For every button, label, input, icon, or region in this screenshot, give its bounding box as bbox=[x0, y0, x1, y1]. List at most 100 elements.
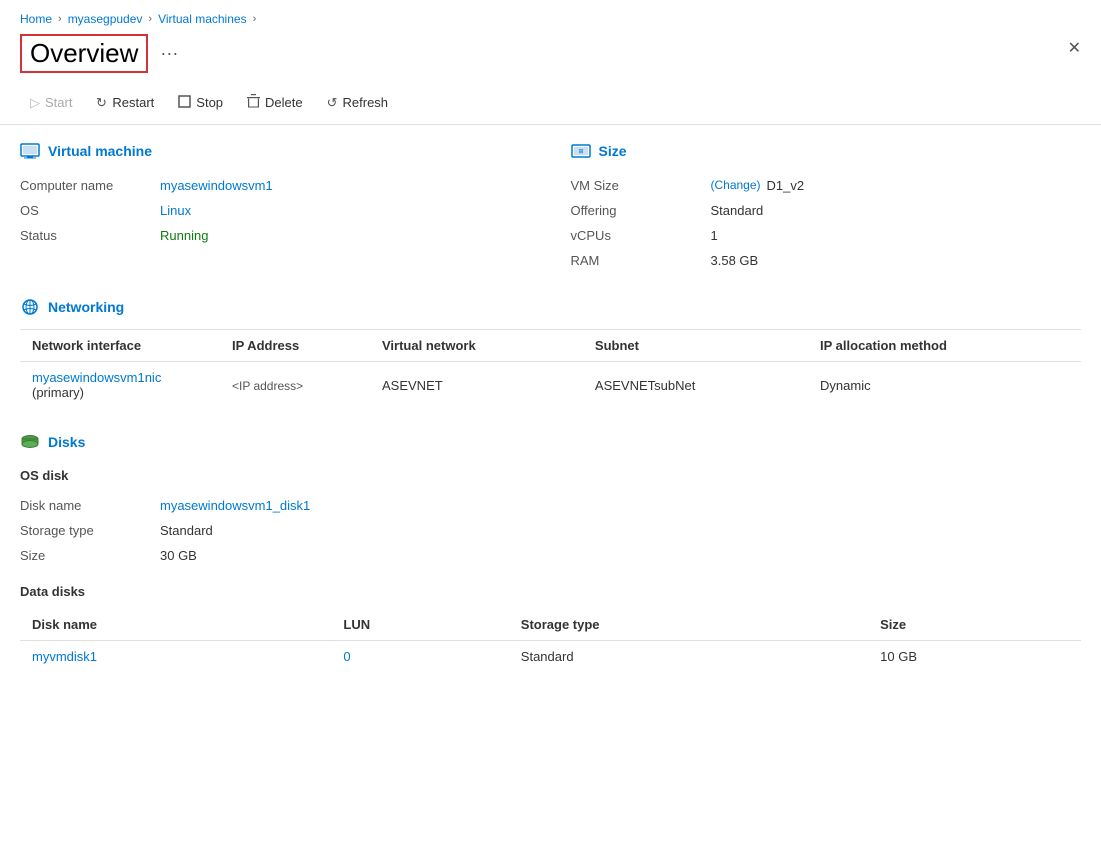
storage-type-row: Storage type Standard bbox=[20, 518, 1081, 543]
main-content: Virtual machine Computer name myasewindo… bbox=[0, 141, 1101, 672]
breadcrumb-resource-group[interactable]: myasegpudev bbox=[68, 12, 143, 26]
delete-icon bbox=[247, 94, 260, 111]
disk-size-value: 30 GB bbox=[160, 548, 197, 563]
disk-name-value[interactable]: myasewindowsvm1_disk1 bbox=[160, 498, 310, 513]
storage-type-label: Storage type bbox=[20, 523, 160, 538]
os-disk-table: Disk name myasewindowsvm1_disk1 Storage … bbox=[20, 493, 1081, 568]
networking-section: Networking Network interface IP Address … bbox=[20, 297, 1081, 408]
size-icon: ⊞ bbox=[571, 141, 591, 161]
disk-name-label: Disk name bbox=[20, 498, 160, 513]
vmsize-value: D1_v2 bbox=[767, 178, 805, 193]
start-label: Start bbox=[45, 95, 72, 110]
svg-text:⊞: ⊞ bbox=[578, 149, 583, 155]
full-col-nic: Network interface bbox=[20, 330, 220, 362]
full-subnet-cell: ASEVNETsubNet bbox=[583, 362, 808, 409]
disks-section-header: Disks bbox=[20, 432, 1081, 452]
refresh-label: Refresh bbox=[343, 95, 389, 110]
vcpus-value: 1 bbox=[711, 228, 718, 243]
offering-row: Offering Standard bbox=[571, 198, 1082, 223]
vm-size-section: Virtual machine Computer name myasewindo… bbox=[20, 141, 1081, 273]
vcpus-row: vCPUs 1 bbox=[571, 223, 1082, 248]
toolbar: ▷ Start ↺ Restart Stop Delete ↺ Refresh bbox=[0, 81, 1101, 125]
full-vnet-cell: ASEVNET bbox=[370, 362, 583, 409]
page-container: Home › myasegpudev › Virtual machines › … bbox=[0, 0, 1101, 854]
refresh-icon: ↺ bbox=[327, 95, 338, 111]
refresh-button[interactable]: ↺ Refresh bbox=[317, 90, 398, 116]
delete-button[interactable]: Delete bbox=[237, 89, 313, 116]
breadcrumb: Home › myasegpudev › Virtual machines › bbox=[0, 0, 1101, 30]
offering-label: Offering bbox=[571, 203, 711, 218]
breadcrumb-sep-2: › bbox=[148, 13, 152, 25]
delete-label: Delete bbox=[265, 95, 303, 110]
breadcrumb-sep-3: › bbox=[253, 13, 257, 25]
full-ip-value: <IP address> bbox=[232, 379, 303, 393]
start-button[interactable]: ▷ Start bbox=[20, 90, 82, 116]
vm-section-title: Virtual machine bbox=[48, 143, 152, 159]
status-label: Status bbox=[20, 228, 160, 243]
full-nic-name-cell: myasewindowsvm1nic (primary) bbox=[20, 362, 220, 409]
restart-icon: ↺ bbox=[96, 95, 107, 111]
full-col-vnet: Virtual network bbox=[370, 330, 583, 362]
vm-details-table: Computer name myasewindowsvm1 OS Linux S… bbox=[20, 173, 531, 248]
data-disk-name-cell: myvmdisk1 bbox=[20, 641, 331, 673]
size-section-title: Size bbox=[599, 143, 627, 159]
full-nic-name-link[interactable]: myasewindowsvm1nic bbox=[32, 370, 161, 385]
full-ip-cell: <IP address> bbox=[220, 362, 370, 409]
vmsize-change-link[interactable]: (Change) bbox=[711, 178, 761, 192]
size-section-header: ⊞ Size bbox=[571, 141, 1082, 161]
breadcrumb-sep-1: › bbox=[58, 13, 62, 25]
breadcrumb-virtual-machines[interactable]: Virtual machines bbox=[158, 12, 247, 26]
os-value[interactable]: Linux bbox=[160, 203, 191, 218]
start-icon: ▷ bbox=[30, 95, 40, 111]
stop-label: Stop bbox=[196, 95, 223, 110]
data-disk-lun-cell: 0 bbox=[331, 641, 508, 673]
networking-full-header: Network interface IP Address Virtual net… bbox=[20, 330, 1081, 362]
os-label: OS bbox=[20, 203, 160, 218]
breadcrumb-home[interactable]: Home bbox=[20, 12, 52, 26]
status-value: Running bbox=[160, 228, 208, 243]
data-disk-name-link[interactable]: myvmdisk1 bbox=[32, 649, 97, 664]
ram-label: RAM bbox=[571, 253, 711, 268]
size-column: ⊞ Size VM Size (Change) D1_v2 Offering S… bbox=[571, 141, 1082, 273]
networking-section-header: Networking bbox=[20, 297, 1081, 317]
networking-full-row: myasewindowsvm1nic (primary) <IP address… bbox=[20, 362, 1081, 409]
stop-icon bbox=[178, 95, 191, 111]
status-row: Status Running bbox=[20, 223, 531, 248]
full-nic-primary: (primary) bbox=[32, 385, 84, 400]
close-button[interactable]: ✕ bbox=[1068, 38, 1081, 58]
vm-column: Virtual machine Computer name myasewindo… bbox=[20, 141, 531, 273]
col-disk-name: Disk name bbox=[20, 609, 331, 641]
col-size: Size bbox=[868, 609, 1081, 641]
more-options-icon[interactable]: ··· bbox=[160, 43, 178, 64]
disk-size-label: Size bbox=[20, 548, 160, 563]
full-col-subnet: Subnet bbox=[583, 330, 808, 362]
networking-icon bbox=[20, 297, 40, 317]
col-lun: LUN bbox=[331, 609, 508, 641]
disks-icon bbox=[20, 432, 40, 452]
storage-type-value: Standard bbox=[160, 523, 213, 538]
data-disks-header: Disk name LUN Storage type Size bbox=[20, 609, 1081, 641]
stop-button[interactable]: Stop bbox=[168, 90, 233, 116]
vcpus-label: vCPUs bbox=[571, 228, 711, 243]
page-title: Overview bbox=[20, 34, 148, 73]
computer-name-row: Computer name myasewindowsvm1 bbox=[20, 173, 531, 198]
disks-section-title: Disks bbox=[48, 434, 85, 450]
disk-name-row: Disk name myasewindowsvm1_disk1 bbox=[20, 493, 1081, 518]
ram-value: 3.58 GB bbox=[711, 253, 759, 268]
vmsize-row: VM Size (Change) D1_v2 bbox=[571, 173, 1082, 198]
size-details-table: VM Size (Change) D1_v2 Offering Standard… bbox=[571, 173, 1082, 273]
computer-name-label: Computer name bbox=[20, 178, 160, 193]
data-disk-size-cell: 10 GB bbox=[868, 641, 1081, 673]
col-storage-type: Storage type bbox=[509, 609, 868, 641]
restart-label: Restart bbox=[112, 95, 154, 110]
vmsize-label: VM Size bbox=[571, 178, 711, 193]
disk-size-row: Size 30 GB bbox=[20, 543, 1081, 568]
computer-name-value[interactable]: myasewindowsvm1 bbox=[160, 178, 273, 193]
networking-section-title: Networking bbox=[48, 299, 124, 315]
data-disk-storage-type-cell: Standard bbox=[509, 641, 868, 673]
data-disks-subtitle: Data disks bbox=[20, 584, 1081, 599]
data-disk-lun-value[interactable]: 0 bbox=[343, 649, 350, 664]
full-ip-alloc-cell: Dynamic bbox=[808, 362, 1081, 409]
networking-full-table: Network interface IP Address Virtual net… bbox=[20, 329, 1081, 408]
restart-button[interactable]: ↺ Restart bbox=[86, 90, 164, 116]
